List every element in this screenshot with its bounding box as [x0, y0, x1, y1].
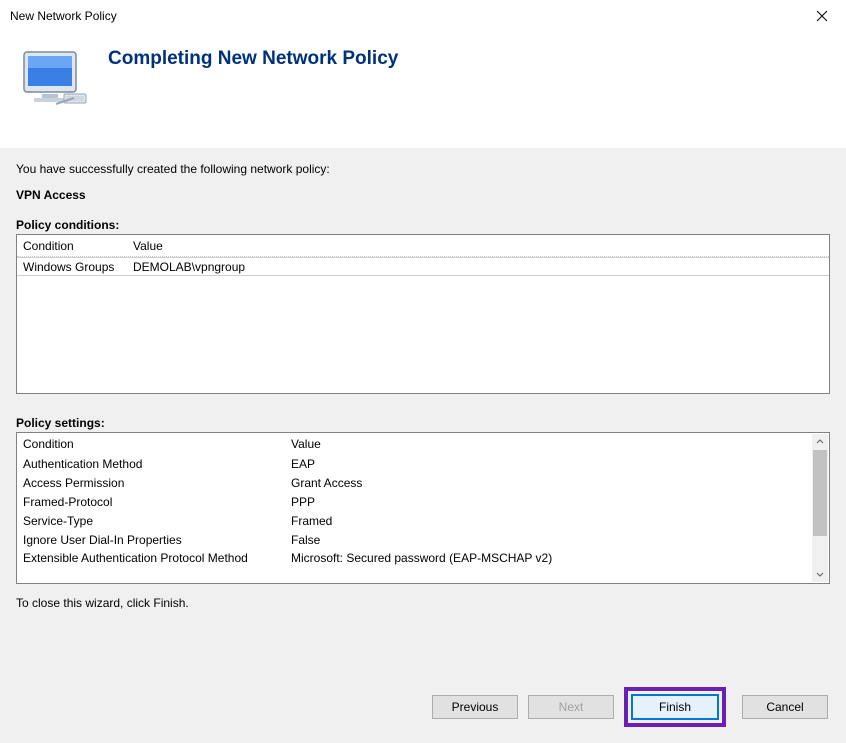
- value-cell: Framed: [291, 514, 812, 528]
- conditions-label: Policy conditions:: [16, 218, 830, 232]
- value-cell: EAP: [291, 457, 812, 471]
- condition-cell: Ignore User Dial-In Properties: [17, 533, 291, 547]
- value-cell: DEMOLAB\vpngroup: [133, 260, 829, 274]
- table-row[interactable]: Framed-Protocol PPP: [17, 493, 812, 512]
- condition-cell: Windows Groups: [17, 260, 133, 274]
- finish-highlight: Finish: [624, 687, 726, 727]
- settings-label: Policy settings:: [16, 416, 830, 430]
- close-button[interactable]: [806, 0, 838, 32]
- wizard-title: Completing New Network Policy: [108, 48, 398, 70]
- footer-text: To close this wizard, click Finish.: [16, 596, 830, 610]
- table-row[interactable]: Access Permission Grant Access: [17, 474, 812, 493]
- settings-rows: Authentication Method EAP Access Permiss…: [17, 455, 812, 583]
- finish-button[interactable]: Finish: [632, 695, 718, 719]
- table-row[interactable]: Windows Groups DEMOLAB\vpngroup: [17, 257, 829, 276]
- condition-cell: Authentication Method: [17, 457, 291, 471]
- settings-header-row: Condition Value: [17, 433, 829, 455]
- condition-cell: Service-Type: [17, 514, 291, 528]
- conditions-table: Condition Value Windows Groups DEMOLAB\v…: [16, 234, 830, 394]
- table-row[interactable]: Extensible Authentication Protocol Metho…: [17, 550, 812, 566]
- settings-table: Condition Value Authentication Method EA…: [16, 432, 830, 584]
- conditions-header-condition: Condition: [17, 239, 133, 253]
- cancel-wrap: Cancel: [742, 695, 828, 719]
- button-bar: Previous Next Finish Cancel: [0, 671, 846, 743]
- table-row[interactable]: Service-Type Framed: [17, 512, 812, 531]
- chevron-up-icon: [816, 438, 824, 446]
- value-cell: Grant Access: [291, 476, 812, 490]
- close-icon: [816, 10, 828, 22]
- scroll-thumb[interactable]: [813, 450, 827, 536]
- scroll-down-button[interactable]: [812, 566, 828, 582]
- intro-text: You have successfully created the follow…: [16, 162, 830, 176]
- table-row[interactable]: Authentication Method EAP: [17, 455, 812, 474]
- scroll-up-button[interactable]: [812, 434, 828, 450]
- window-title: New Network Policy: [10, 9, 117, 23]
- conditions-header-row: Condition Value: [17, 235, 829, 257]
- settings-header-condition: Condition: [17, 437, 291, 451]
- monitor-icon: [18, 46, 92, 120]
- policy-name: VPN Access: [16, 188, 830, 202]
- cancel-button[interactable]: Cancel: [742, 695, 828, 719]
- wizard-body: You have successfully created the follow…: [0, 148, 846, 671]
- wizard-header: Completing New Network Policy: [0, 32, 846, 142]
- condition-cell: Extensible Authentication Protocol Metho…: [17, 551, 291, 565]
- condition-cell: Framed-Protocol: [17, 495, 291, 509]
- value-cell: Microsoft: Secured password (EAP-MSCHAP …: [291, 551, 812, 565]
- value-cell: False: [291, 533, 812, 547]
- scroll-track[interactable]: [812, 450, 828, 566]
- title-bar: New Network Policy: [0, 0, 846, 32]
- conditions-header-value: Value: [133, 239, 829, 253]
- settings-header-value: Value: [291, 437, 829, 451]
- value-cell: PPP: [291, 495, 812, 509]
- next-button: Next: [528, 695, 614, 719]
- settings-scrollbar[interactable]: [812, 434, 828, 582]
- table-row[interactable]: Ignore User Dial-In Properties False: [17, 531, 812, 550]
- previous-button[interactable]: Previous: [432, 695, 518, 719]
- chevron-down-icon: [816, 570, 824, 578]
- condition-cell: Access Permission: [17, 476, 291, 490]
